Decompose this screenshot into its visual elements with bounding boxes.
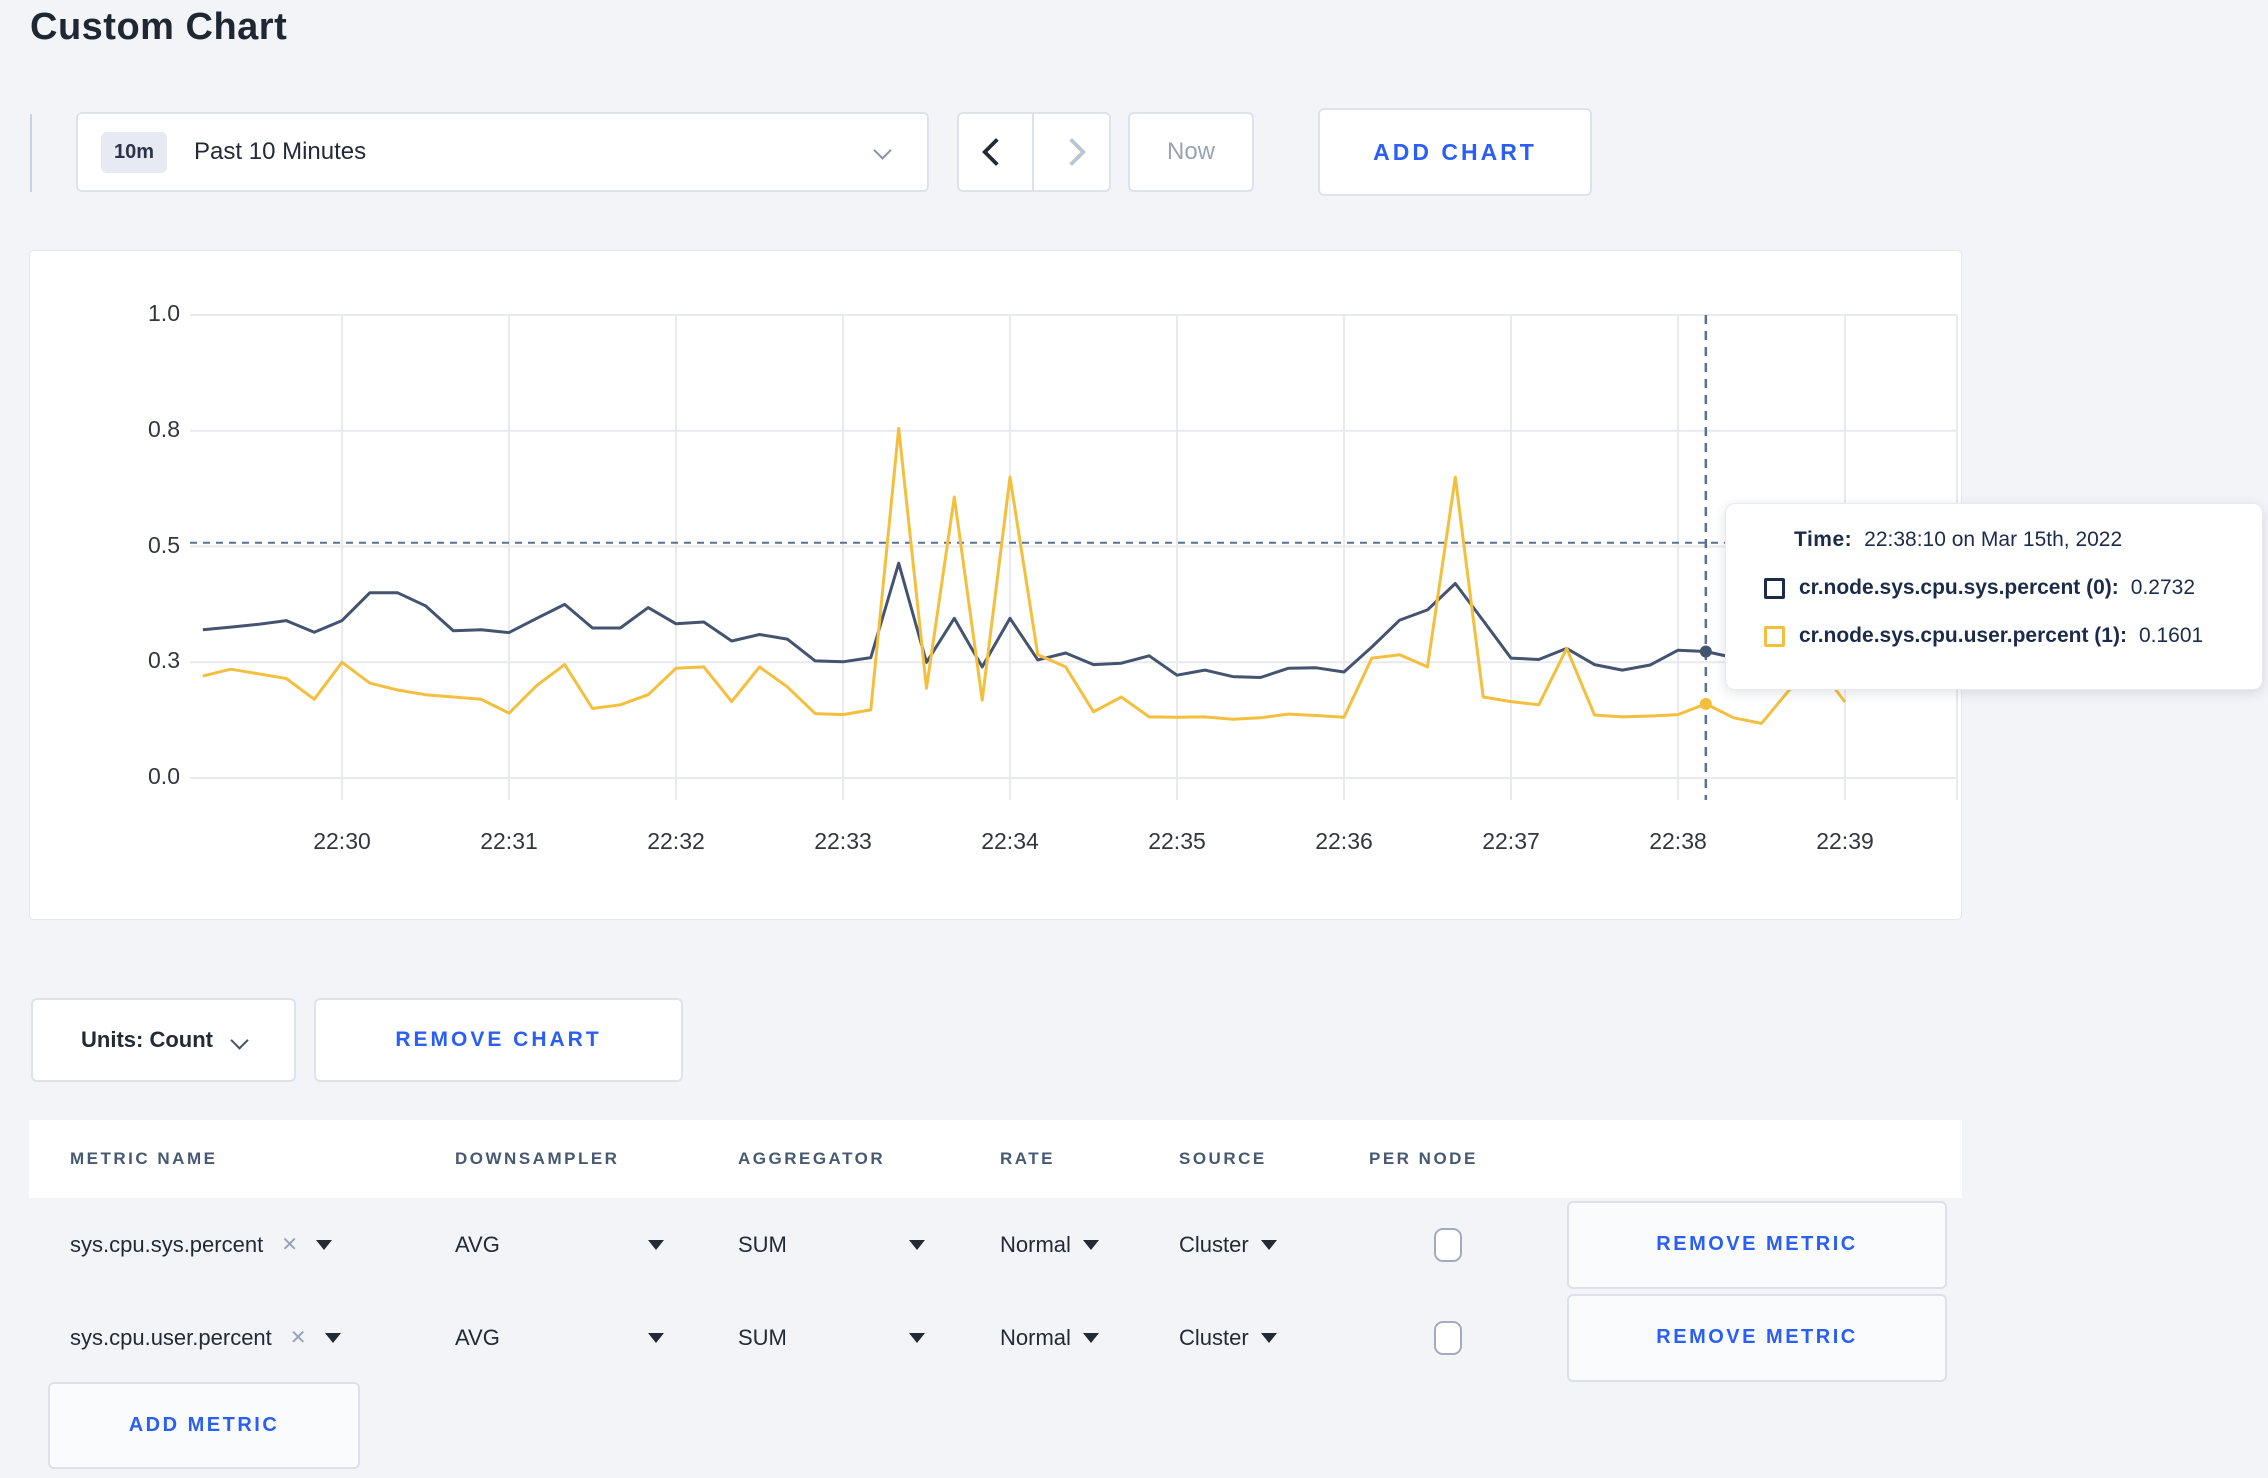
chevron-down-icon	[873, 141, 892, 160]
now-button[interactable]: Now	[1128, 112, 1254, 192]
remove-metric-button[interactable]: REMOVE METRIC	[1567, 1200, 1947, 1289]
chevron-left-icon	[981, 137, 1010, 167]
metrics-table-rows: sys.cpu.sys.percent ✕ AVG SUM Normal Cluster R…	[29, 1198, 1962, 1384]
rate-select[interactable]: Normal	[1000, 1232, 1179, 1258]
source-select[interactable]: Cluster	[1179, 1325, 1369, 1351]
clear-metric-icon[interactable]: ✕	[281, 1232, 298, 1257]
x-axis-tick-label: 22:38	[1649, 828, 1707, 854]
series-swatch-icon	[1764, 625, 1785, 647]
tooltip-time-value: 22:38:10 on Mar 15th, 2022	[1864, 528, 2123, 551]
column-header-downsampler: DOWNSAMPLER	[455, 1149, 620, 1168]
toolbar-divider	[30, 114, 32, 192]
tooltip-series-label: cr.node.sys.cpu.user.percent (1):	[1799, 624, 2127, 647]
aggregator-select[interactable]: SUM	[738, 1232, 1000, 1258]
tooltip-series-row: cr.node.sys.cpu.sys.percent (0): 0.2732	[1764, 576, 2262, 600]
series-swatch-icon	[1764, 577, 1785, 599]
metric-name-value: sys.cpu.user.percent	[70, 1324, 272, 1350]
x-axis-tick-label: 22:31	[480, 828, 538, 854]
aggregator-select[interactable]: SUM	[738, 1325, 1000, 1351]
x-axis-tick-label: 22:37	[1482, 828, 1540, 854]
series-line-0	[202, 561, 1846, 679]
caret-down-icon	[315, 1239, 332, 1250]
x-axis-tick-label: 22:34	[981, 828, 1039, 854]
y-axis-tick-label: 0.0	[148, 763, 180, 789]
caret-down-icon	[648, 1239, 664, 1250]
y-axis-tick-label: 0.8	[148, 415, 180, 442]
rate-value: Normal	[1000, 1231, 1071, 1257]
metric-name-value: sys.cpu.sys.percent	[70, 1231, 264, 1257]
tooltip-time-row: Time: 22:38:10 on Mar 15th, 2022	[1794, 528, 2262, 552]
custom-chart-plot[interactable]	[29, 250, 1962, 920]
column-header-source: SOURCE	[1179, 1149, 1267, 1168]
time-nav-group	[957, 112, 1111, 192]
column-header-aggregator: AGGREGATOR	[738, 1149, 886, 1168]
timeframe-select[interactable]: 10m Past 10 Minutes	[76, 112, 929, 192]
source-value: Cluster	[1179, 1324, 1249, 1350]
caret-down-icon	[1260, 1332, 1277, 1343]
caret-down-icon	[324, 1332, 341, 1343]
downsampler-select[interactable]: AVG	[455, 1232, 738, 1258]
x-axis-tick-label: 22:30	[313, 828, 371, 854]
tooltip-series-value: 0.2732	[2130, 576, 2196, 599]
aggregator-value: SUM	[738, 1324, 787, 1350]
add-chart-button[interactable]: ADD CHART	[1318, 108, 1592, 196]
chevron-down-icon	[230, 1030, 249, 1050]
metric-name-select[interactable]: sys.cpu.sys.percent ✕	[70, 1232, 455, 1258]
chevron-right-icon	[1057, 137, 1086, 167]
rate-value: Normal	[1000, 1324, 1071, 1350]
column-header-per-node: PER NODE	[1369, 1149, 1478, 1168]
rate-select[interactable]: Normal	[1000, 1325, 1179, 1351]
per-node-checkbox[interactable]	[1434, 1320, 1462, 1355]
downsampler-select[interactable]: AVG	[455, 1325, 738, 1351]
remove-chart-button[interactable]: REMOVE CHART	[314, 998, 683, 1082]
caret-down-icon	[1082, 1332, 1099, 1343]
metrics-table-header: METRIC NAME DOWNSAMPLER AGGREGATOR RATE SOUR…	[29, 1120, 1962, 1198]
tooltip-series-value: 0.1601	[2138, 624, 2204, 647]
tooltip-series-label: cr.node.sys.cpu.sys.percent (0):	[1799, 576, 2119, 599]
chart-tooltip: Time: 22:38:10 on Mar 15th, 2022 cr.node.…	[1725, 503, 2263, 690]
units-label: Units: Count	[81, 1027, 213, 1052]
page-title: Custom Chart	[30, 6, 288, 48]
crosshair-dot-0	[1699, 645, 1712, 658]
metric-name-select[interactable]: sys.cpu.user.percent ✕	[70, 1325, 455, 1351]
downsampler-value: AVG	[455, 1231, 500, 1257]
x-axis-tick-label: 22:35	[1148, 828, 1206, 854]
crosshair-dot-1	[1699, 697, 1712, 710]
x-axis-tick-label: 22:39	[1816, 828, 1874, 854]
series-line-1	[202, 426, 1847, 725]
add-metric-button[interactable]: ADD METRIC	[48, 1382, 360, 1469]
y-axis-tick-label: 0.3	[148, 647, 180, 674]
time-back-button[interactable]	[959, 114, 1034, 190]
tooltip-series-row: cr.node.sys.cpu.user.percent (1): 0.1601	[1764, 624, 2262, 648]
x-axis-tick-label: 22:32	[647, 828, 705, 854]
source-select[interactable]: Cluster	[1179, 1232, 1369, 1258]
clear-metric-icon[interactable]: ✕	[290, 1325, 307, 1350]
remove-metric-button[interactable]: REMOVE METRIC	[1567, 1293, 1947, 1382]
timeframe-label: Past 10 Minutes	[194, 138, 367, 165]
y-axis-tick-label: 0.5	[148, 531, 180, 558]
metric-row: sys.cpu.sys.percent ✕ AVG SUM Normal Cluster R…	[29, 1198, 1962, 1291]
column-header-rate: RATE	[1000, 1149, 1056, 1168]
timeframe-badge: 10m	[101, 131, 168, 173]
per-node-checkbox[interactable]	[1434, 1227, 1462, 1262]
time-forward-button[interactable]	[1034, 114, 1109, 190]
downsampler-value: AVG	[455, 1324, 500, 1350]
x-axis-tick-label: 22:36	[1315, 828, 1373, 854]
caret-down-icon	[1260, 1239, 1277, 1250]
caret-down-icon	[1082, 1239, 1099, 1250]
source-value: Cluster	[1179, 1231, 1249, 1257]
tooltip-time-label: Time:	[1794, 528, 1853, 551]
caret-down-icon	[909, 1239, 925, 1250]
x-axis-tick-label: 22:33	[814, 828, 872, 854]
units-select[interactable]: Units: Count	[31, 998, 296, 1082]
metric-row: sys.cpu.user.percent ✕ AVG SUM Normal Cluster…	[29, 1291, 1962, 1384]
column-header-metric-name: METRIC NAME	[70, 1149, 218, 1168]
y-axis-tick-label: 1.0	[148, 300, 180, 326]
caret-down-icon	[648, 1332, 664, 1343]
aggregator-value: SUM	[738, 1231, 787, 1257]
caret-down-icon	[909, 1332, 925, 1343]
